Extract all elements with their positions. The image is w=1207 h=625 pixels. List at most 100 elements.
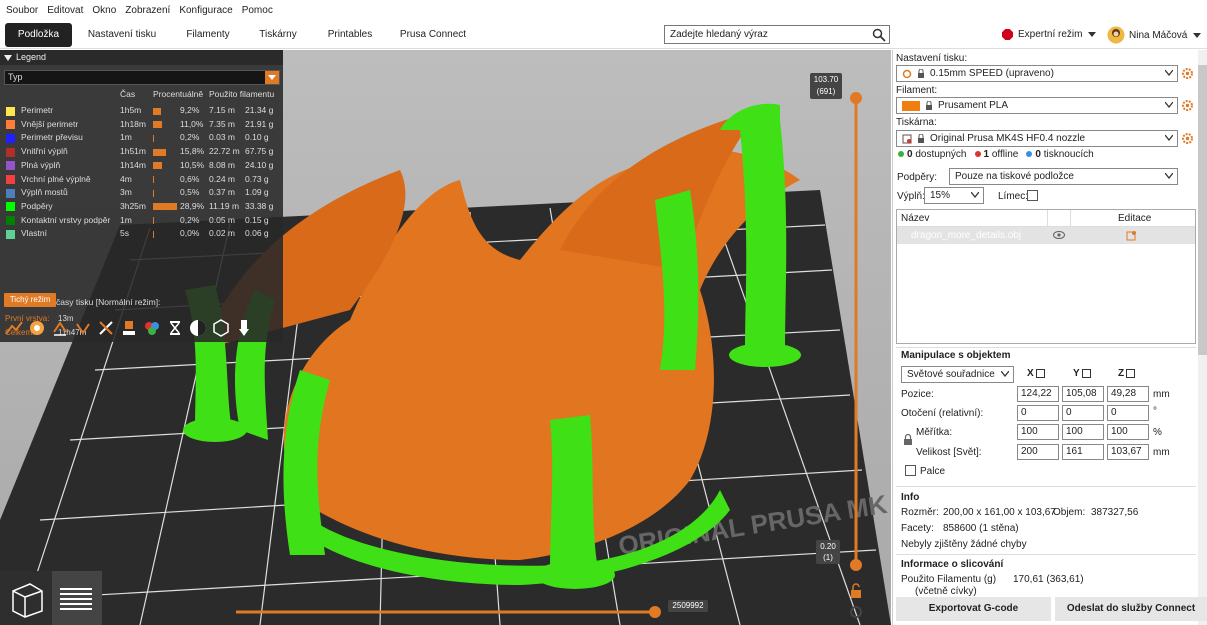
legend-row[interactable]: Podpěry 3h25m 28,9% 11.19 m 33.38 g	[0, 200, 283, 214]
legend-item-bar	[153, 107, 161, 115]
brim-checkbox[interactable]	[1027, 190, 1038, 201]
edit-icon[interactable]	[1126, 230, 1137, 241]
printer-icon	[902, 134, 912, 143]
gear-icon[interactable]	[1181, 67, 1194, 80]
size-z-field[interactable]: 103,67	[1107, 444, 1149, 460]
axis-y-label: Y	[1073, 368, 1080, 379]
axis-y-header: Y	[1073, 368, 1091, 379]
scale-x-field[interactable]: 100	[1017, 424, 1059, 440]
legend-row[interactable]: Perimetr 1h5m 9,2% 7.15 m 21.34 g	[0, 104, 283, 118]
search-icon[interactable]	[872, 28, 886, 42]
shells-icon[interactable]	[211, 318, 231, 338]
gear-icon[interactable]	[1181, 132, 1194, 145]
print-settings-select[interactable]: 0.15mm SPEED (upraveno)	[896, 65, 1178, 82]
menu-editovat[interactable]: Editovat	[47, 5, 83, 16]
sidebar-scrollbar-thumb[interactable]	[1198, 65, 1207, 355]
vertical-slider-bottom-label: 0.20 (1)	[816, 540, 840, 564]
vertical-slider-bottom-handle[interactable]	[850, 559, 862, 571]
legend-item-weight: 0.73 g	[245, 173, 269, 184]
tab-printables[interactable]: Printables	[320, 23, 380, 47]
vertical-slider-top-handle[interactable]	[850, 92, 862, 104]
pause-prints-icon[interactable]	[165, 318, 185, 338]
position-z-field[interactable]: 49,28	[1107, 386, 1149, 402]
preview-view-button[interactable]	[52, 571, 102, 625]
3d-view-icon[interactable]	[8, 579, 46, 619]
rotation-unit: °	[1153, 406, 1157, 417]
tool-changes-icon[interactable]	[119, 318, 139, 338]
export-gcode-button[interactable]: Exportovat G-code	[896, 597, 1051, 621]
send-to-connect-button[interactable]: Odeslat do služby Connect	[1055, 597, 1207, 621]
horizontal-slider-label: 2509992	[668, 600, 708, 612]
supports-select[interactable]: Pouze na tiskové podložce	[949, 168, 1178, 185]
legend-swatch	[6, 133, 15, 143]
seams-icon[interactable]	[96, 318, 116, 338]
legend-item-weight: 0.10 g	[245, 132, 269, 143]
printer-settings-icon	[902, 69, 912, 78]
legend-swatch	[6, 229, 15, 239]
retractions-icon[interactable]	[50, 318, 70, 338]
position-x-field[interactable]: 124,22	[1017, 386, 1059, 402]
legend-row[interactable]: Vrchní plné výplně 4m 0,6% 0.24 m 0.73 g	[0, 173, 283, 187]
legend-item-time: 1h51m	[120, 146, 146, 157]
legend-type-select[interactable]: Typ	[4, 70, 280, 85]
quiet-mode-button[interactable]: Tichý režim	[4, 293, 56, 307]
legend-item-weight: 67.75 g	[245, 146, 274, 157]
legend-item-bar	[153, 230, 154, 238]
menu-pomoc[interactable]: Pomoc	[242, 5, 273, 16]
search-input[interactable]	[665, 26, 865, 43]
rotation-y-field[interactable]: 0	[1062, 405, 1104, 421]
chevron-down-icon	[971, 192, 979, 198]
infill-label: Výplň:	[897, 191, 925, 202]
coordinate-system-select[interactable]: Světové souřadnice	[901, 366, 1014, 383]
object-row[interactable]: dragon_more_details.obj	[897, 227, 1195, 244]
position-y-field[interactable]: 105,08	[1062, 386, 1104, 402]
rotation-z-field[interactable]: 0	[1107, 405, 1149, 421]
mode-selector[interactable]: Expertní režim	[1002, 29, 1097, 40]
legend-row[interactable]: Kontaktní vrstvy podpěr 1m 0,2% 0.05 m 0.15 …	[0, 214, 283, 228]
legend-swatch	[6, 120, 15, 130]
menu-konfigurace[interactable]: Konfigurace	[179, 5, 232, 16]
scale-y-field[interactable]: 100	[1062, 424, 1104, 440]
eye-icon[interactable]	[1053, 231, 1065, 239]
menu-zobrazeni[interactable]: Zobrazení	[125, 5, 170, 16]
legend-row[interactable]: Vnitřní výplň 1h51m 15,8% 22.72 m 67.75 g	[0, 145, 283, 159]
scale-z-field[interactable]: 100	[1107, 424, 1149, 440]
printer-select[interactable]: Original Prusa MK4S HF0.4 nozzle	[896, 130, 1178, 147]
rotation-x-field[interactable]: 0	[1017, 405, 1059, 421]
filament-select[interactable]: Prusament PLA	[896, 97, 1178, 114]
legend-row[interactable]: Vlastní 5s 0,0% 0.02 m 0.06 g	[0, 227, 283, 241]
legend-row[interactable]: Perimetr převisu 1m 0,2% 0.03 m 0.10 g	[0, 131, 283, 145]
chevron-down-icon	[1193, 32, 1202, 38]
inches-checkbox[interactable]	[905, 465, 916, 476]
size-x-field[interactable]: 200	[1017, 444, 1059, 460]
horizontal-slider-handle[interactable]	[649, 606, 661, 618]
legend-row[interactable]: Výplň mostů 3m 0,5% 0.37 m 1.09 g	[0, 186, 283, 200]
menu-soubor[interactable]: Soubor	[6, 5, 38, 16]
menu-okno[interactable]: Okno	[92, 5, 116, 16]
color-changes-icon[interactable]	[142, 318, 162, 338]
legend-row[interactable]: Vnější perimetr 1h18m 11,0% 7.35 m 21.91 g	[0, 118, 283, 132]
tab-podlozka[interactable]: Podložka	[5, 23, 72, 47]
coordinate-system-value: Světové souřadnice	[907, 369, 995, 380]
wipe-icon[interactable]	[27, 318, 47, 338]
printer-label: Tiskárna:	[896, 117, 937, 128]
filament-label: Filament:	[896, 85, 938, 96]
infill-select[interactable]: 15%	[924, 187, 984, 204]
tab-filamenty[interactable]: Filamenty	[178, 23, 238, 47]
tab-tiskarny[interactable]: Tiskárny	[252, 23, 304, 47]
travel-icon[interactable]	[4, 318, 24, 338]
legend-item-time: 3m	[120, 187, 132, 198]
deretractions-icon[interactable]	[73, 318, 93, 338]
column-divider	[1047, 210, 1048, 227]
gear-icon[interactable]	[1181, 99, 1194, 112]
legend-header[interactable]: Legend	[0, 50, 283, 65]
user-menu[interactable]: Nina Máčová	[1107, 26, 1202, 44]
scale-lock-icon[interactable]	[903, 434, 913, 445]
legend-row[interactable]: Plná výplň 1h14m 10,5% 8.08 m 24.10 g	[0, 159, 283, 173]
tab-prusa-connect[interactable]: Prusa Connect	[396, 23, 470, 47]
tool-marker-icon[interactable]	[234, 318, 254, 338]
tab-nastaveni-tisku[interactable]: Nastavení tisku	[82, 23, 162, 47]
size-y-field[interactable]: 161	[1062, 444, 1104, 460]
custom-gcode-icon[interactable]	[188, 318, 208, 338]
axis-z-icon	[1126, 369, 1136, 378]
